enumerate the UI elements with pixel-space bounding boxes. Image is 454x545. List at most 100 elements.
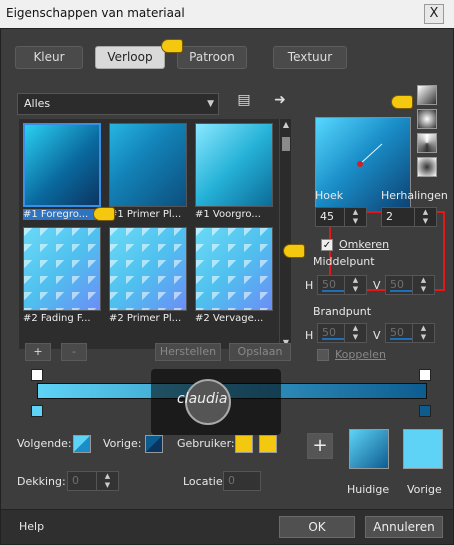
next-swatch[interactable] <box>73 435 91 453</box>
watermark-text: claudia <box>177 391 228 407</box>
thumbnail-scrollbar[interactable]: ▲ ▼ <box>279 119 291 349</box>
gradient-item[interactable]: #2 Fading F... <box>23 227 101 327</box>
value-bar <box>322 338 344 340</box>
gradient-preview <box>23 227 101 311</box>
opacity-spinner[interactable]: 0 ▲ ▼ <box>67 471 119 491</box>
stop-marker-icon[interactable] <box>31 369 43 381</box>
cancel-button[interactable]: Annuleren <box>365 516 443 538</box>
ok-button[interactable]: OK <box>279 516 355 538</box>
rectangular-style-button[interactable] <box>417 109 437 129</box>
tab-patroon[interactable]: Patroon <box>177 46 247 69</box>
dialog-body: Kleur Verloop Patroon Textuur Alles ▼ ▤ … <box>0 28 454 545</box>
gradient-name: #2 Primer Pl... <box>109 313 182 324</box>
title-bar: Eigenschappen van materiaal X <box>0 0 454 28</box>
color-stop-icon[interactable] <box>419 405 431 417</box>
invert-label: Omkeren <box>339 238 390 251</box>
save-button[interactable]: Opslaan <box>229 343 291 361</box>
color-stop-icon[interactable] <box>31 405 43 417</box>
gradient-item[interactable]: #2 Vervage... <box>195 227 273 327</box>
close-button[interactable]: X <box>424 4 444 24</box>
angle-value: 45 <box>320 210 334 223</box>
previous-label: Vorige <box>407 483 442 496</box>
prev-swatch[interactable] <box>145 435 163 453</box>
opacity-value: 0 <box>72 474 79 487</box>
spin-arrows-icon[interactable]: ▲ ▼ <box>344 208 366 226</box>
current-label: Huidige <box>347 483 390 496</box>
spin-arrows-icon[interactable]: ▲ ▼ <box>344 324 366 342</box>
tab-bar: Kleur Verloop Patroon Textuur <box>1 29 453 69</box>
gradient-item[interactable]: #1 Primer Pl... <box>109 123 187 223</box>
watermark: claudia <box>151 369 281 435</box>
spin-arrows-icon[interactable]: ▲ ▼ <box>96 472 118 490</box>
gradient-filter-select[interactable]: Alles ▼ <box>17 93 219 115</box>
gradient-item[interactable]: #1 Voorgro... <box>195 123 273 223</box>
gradient-preview <box>109 123 187 207</box>
angle-label: Hoek <box>315 189 344 202</box>
center-h-spinner[interactable]: 50 ▲ ▼ <box>317 275 367 295</box>
help-link[interactable]: Help <box>19 520 44 533</box>
angle-spinner[interactable]: 45 ▲ ▼ <box>315 207 367 227</box>
focal-v-label: V <box>373 329 381 342</box>
value-bar <box>322 290 344 292</box>
gradient-name: #1 Foregro... <box>23 209 101 220</box>
filter-value: Alles <box>24 97 51 110</box>
stop-marker-icon[interactable] <box>419 369 431 381</box>
tab-verloop[interactable]: Verloop <box>95 46 165 69</box>
center-label: Middelpunt <box>313 255 375 268</box>
location-spinner[interactable]: 0 <box>223 471 261 491</box>
center-v-spinner[interactable]: 50 ▲ ▼ <box>385 275 435 295</box>
opacity-label: Dekking: <box>17 475 66 488</box>
gradient-name: #1 Voorgro... <box>195 209 261 220</box>
pointer-hand-icon <box>93 207 115 221</box>
value-bar <box>390 338 412 340</box>
gradient-name: #2 Vervage... <box>195 313 264 324</box>
add-color-button[interactable]: + <box>307 433 333 459</box>
chevron-down-icon: ▼ <box>207 99 214 109</box>
pointer-hand-icon <box>283 244 305 258</box>
pointer-hand-icon <box>161 39 183 53</box>
tab-textuur[interactable]: Textuur <box>273 46 347 69</box>
tab-kleur[interactable]: Kleur <box>15 46 83 69</box>
repeats-value: 2 <box>386 210 393 223</box>
user-swatch-1[interactable] <box>235 435 253 453</box>
arrow-right-icon[interactable]: ➜ <box>271 91 289 109</box>
radial-style-button[interactable] <box>417 157 437 177</box>
user-swatch-2[interactable] <box>259 435 277 453</box>
value-bar <box>390 290 412 292</box>
link-label: Koppelen <box>335 348 386 361</box>
restore-button[interactable]: Herstellen <box>155 343 221 361</box>
location-label: Locatie: <box>183 475 227 488</box>
gradient-thumbnail-grid: #1 Foregro... #1 Primer Pl... #1 Voorgro… <box>19 119 279 349</box>
focal-h-spinner[interactable]: 50 ▲ ▼ <box>317 323 367 343</box>
previous-color-swatch <box>403 429 443 469</box>
repeats-spinner[interactable]: 2 ▲ ▼ <box>381 207 437 227</box>
scroll-thumb[interactable] <box>282 137 290 151</box>
gradient-preview <box>23 123 101 207</box>
window-title: Eigenschappen van materiaal <box>6 6 185 20</box>
gradient-preview <box>109 227 187 311</box>
spin-arrows-icon[interactable]: ▲ ▼ <box>344 276 366 294</box>
invert-checkbox[interactable]: ✓ <box>321 239 333 251</box>
scroll-up-icon[interactable]: ▲ <box>280 119 292 131</box>
spin-arrows-icon[interactable]: ▲ ▼ <box>412 324 434 342</box>
remove-gradient-button[interactable]: - <box>61 343 87 361</box>
next-label: Volgende: <box>17 437 72 450</box>
gradient-name: #2 Fading F... <box>23 313 91 324</box>
sunburst-style-button[interactable] <box>417 133 437 153</box>
list-view-icon[interactable]: ▤ <box>235 91 253 109</box>
spin-arrows-icon[interactable]: ▲ ▼ <box>414 208 436 226</box>
spin-arrows-icon[interactable]: ▲ ▼ <box>412 276 434 294</box>
gradient-item[interactable]: #1 Foregro... <box>23 123 101 223</box>
repeats-label: Herhalingen <box>381 189 448 202</box>
prev-label: Vorige: <box>103 437 142 450</box>
pointer-hand-icon <box>391 95 413 109</box>
focal-v-spinner[interactable]: 50 ▲ ▼ <box>385 323 435 343</box>
link-checkbox[interactable] <box>317 349 329 361</box>
linear-style-button[interactable] <box>417 85 437 105</box>
location-value: 0 <box>228 474 235 487</box>
gradient-item[interactable]: #2 Primer Pl... <box>109 227 187 327</box>
user-label: Gebruiker: <box>177 437 235 450</box>
add-gradient-button[interactable]: + <box>25 343 51 361</box>
gradient-name: #1 Primer Pl... <box>109 209 182 220</box>
footer: Help OK Annuleren <box>1 509 453 544</box>
